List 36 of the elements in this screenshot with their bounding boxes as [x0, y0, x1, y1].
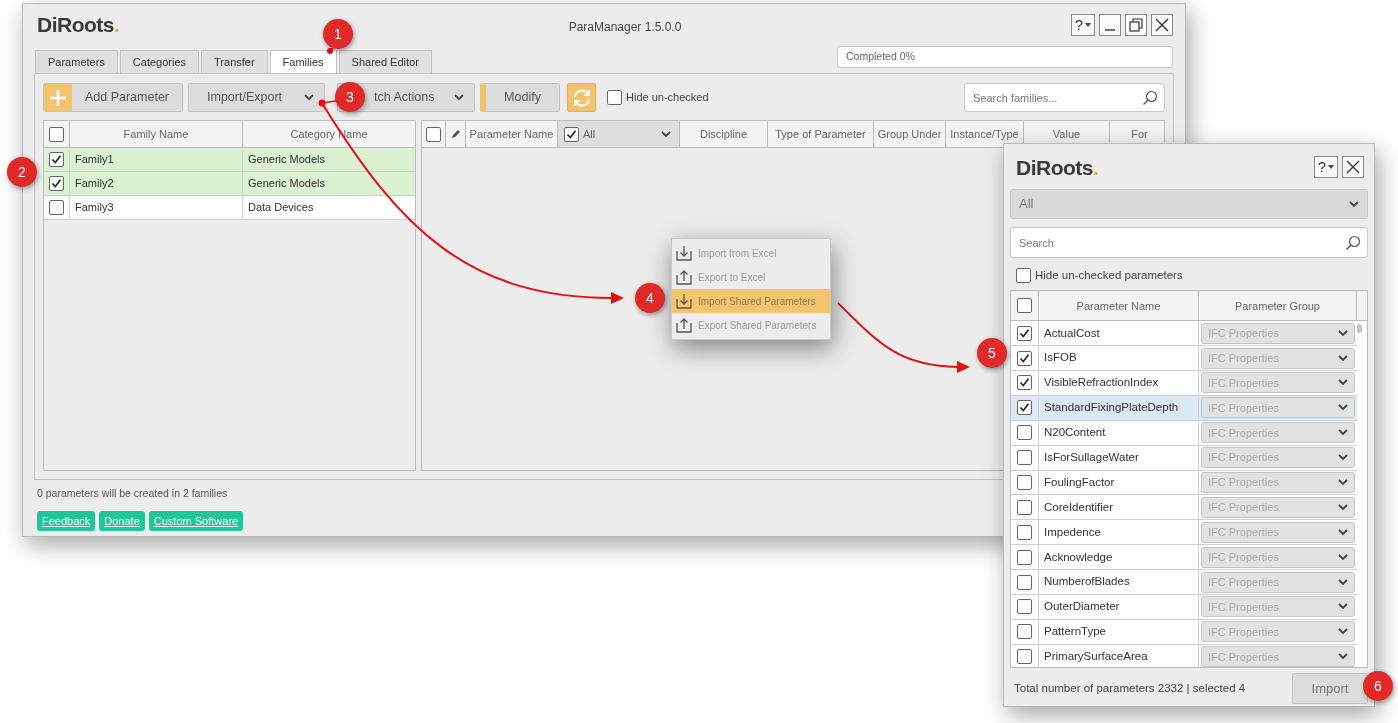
table-cell: N20Content: [1039, 420, 1199, 445]
table-cell: Generic Models: [243, 148, 415, 171]
column-header: Parameter Group: [1199, 291, 1357, 321]
table-cell: Impedence: [1039, 520, 1199, 545]
column-header: Type of Parameter: [768, 121, 874, 147]
table-cell: Family1: [70, 148, 243, 171]
progress-bar: Completed 0%: [837, 46, 1173, 68]
table-cell: Data Devices: [243, 196, 415, 219]
table-cell: Family3: [70, 196, 243, 219]
table-cell: CoreIdentifier: [1039, 495, 1199, 520]
column-header: Discipline: [680, 121, 768, 147]
callout-tooltip: 2: [7, 157, 37, 187]
checkbox-label: Hide un-checked: [626, 90, 709, 106]
table-cell: StandardFixingPlateDepth: [1039, 395, 1199, 420]
table-cell: VisibleRefractionIndex: [1039, 371, 1199, 395]
table-cell: Acknowledge: [1039, 545, 1199, 570]
total-text: Total number of parameters 2332 | selected 4: [1014, 681, 1246, 697]
table-cell: IsFOB: [1039, 346, 1199, 371]
callout-tooltip: 6: [1363, 671, 1393, 701]
table-cell: PrimarySurfaceArea: [1039, 644, 1199, 668]
table-cell: Generic Models: [243, 172, 415, 195]
logo: DiRoots.: [1016, 156, 1099, 178]
window-title: ParaManager 1.5.0.0: [568, 19, 682, 36]
checkbox-label: Hide un-checked parameters: [1035, 268, 1183, 283]
column-header: Parameter Name: [1039, 291, 1199, 321]
logo: DiRoots.: [37, 14, 120, 35]
table-cell: NumberofBlades: [1039, 570, 1199, 595]
table-cell: OuterDiameter: [1039, 595, 1199, 619]
table-cell: PatternType: [1039, 619, 1199, 644]
status-text: 0 parameters will be created in 2 families: [37, 486, 228, 501]
table-cell: IsForSullageWater: [1039, 445, 1199, 470]
table-cell: ActualCost: [1039, 321, 1199, 346]
column-header: Group Under: [874, 121, 946, 147]
table-cell: FoulingFactor: [1039, 470, 1199, 495]
table-cell: Family2: [70, 172, 243, 195]
column-header: Family Name: [70, 121, 243, 147]
